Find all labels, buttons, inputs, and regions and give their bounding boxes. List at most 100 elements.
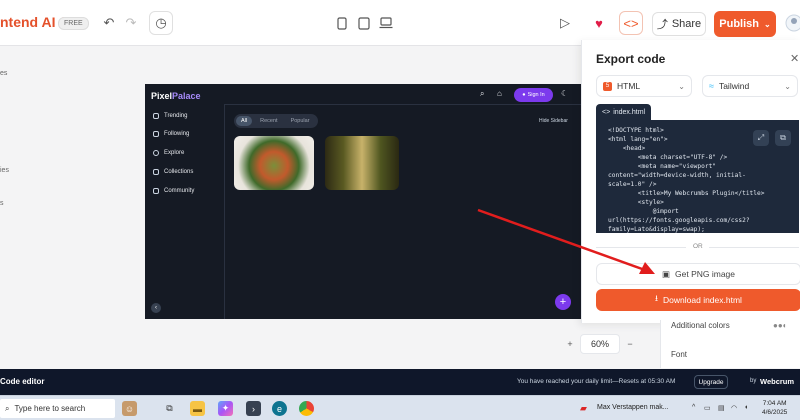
copilot-icon[interactable]: ✦ [218,401,233,416]
forest-path-image[interactable] [325,136,399,190]
sidebar-fragment[interactable]: s [0,200,4,207]
clock[interactable]: 7:04 AM 4/6/2025 [762,399,787,417]
chevron-down-icon: ⌄ [784,81,791,91]
by-label: by [750,378,757,384]
upgrade-button[interactable]: Upgrade [694,375,728,389]
terminal-icon[interactable]: › [246,401,261,416]
code-line: content="width=device-width, initial- [608,172,746,179]
framework-select[interactable]: 5 HTML ⌄ [596,75,692,97]
or-label: OR [693,243,703,250]
html5-icon: 5 [603,81,612,91]
home-icon[interactable]: ⌂ [497,89,502,98]
collections-icon [153,169,159,175]
code-line: <meta charset="UTF-8" /> [608,154,728,161]
chevron-down-icon: ⌄ [764,19,771,29]
f1-car-icon: ▰ [580,403,587,413]
history-icon[interactable]: ◷ [149,11,173,35]
properties-panel: Additional colors ●●◐ Font [660,320,800,368]
preview-nav-community[interactable]: Community [153,188,194,194]
export-panel-title: Export code [596,52,666,66]
close-icon[interactable]: ✕ [790,52,799,65]
code-line: @import [608,208,679,215]
file-tab-index[interactable]: <> index.html [596,104,652,120]
search-icon[interactable]: ⌕ [480,89,484,99]
code-icon[interactable]: <> [619,11,643,35]
task-view-icon[interactable]: ⧉ [162,401,177,416]
hide-sidebar-link[interactable]: Hide Sidebar [539,118,568,124]
share-button[interactable]: ⤴ Share [652,12,706,36]
image-icon: ▣ [661,268,671,279]
desktop-view-icon[interactable] [374,11,398,35]
styling-value: Tailwind [718,81,750,91]
play-icon[interactable]: ▷ [553,11,577,35]
food-bowl-image[interactable] [234,136,314,190]
code-line: <head> [608,145,646,152]
preview-header-divider [225,104,581,105]
search-placeholder: Type here to search [14,404,86,413]
code-line: url(https://fonts.googleapis.com/css2? [608,217,750,224]
publish-button[interactable]: Publish ⌄ [714,11,776,37]
redo-icon[interactable]: ↷ [119,11,143,35]
chevron-down-icon: ⌄ [678,81,685,91]
sidebar-fragment[interactable]: es [0,70,7,77]
share-label: Share [671,18,702,30]
tablet-view-icon[interactable] [352,11,376,35]
code-icon: <> [602,108,611,116]
preview-tab-all[interactable]: All [236,116,253,126]
plan-badge: FREE [58,17,89,30]
code-editor-label[interactable]: Code editor [0,377,44,386]
undo-icon[interactable]: ↶ [97,11,121,35]
preview-nav-trending[interactable]: Trending [153,113,187,119]
following-icon [153,131,159,137]
code-line: scale=1.0" /> [608,181,657,188]
heart-icon[interactable]: ♥ [587,11,611,35]
framework-value: HTML [617,81,641,91]
font-label: Font [671,350,688,359]
preview-nav-following[interactable]: Following [153,131,189,137]
sidebar-fragment[interactable]: ies [0,167,9,174]
avatar[interactable] [782,11,800,35]
preview-nav-collections[interactable]: Collections [153,169,193,175]
zoom-control: + 60% − [560,333,646,355]
preview-logo: PixelPalace [151,91,201,101]
taskbar-search[interactable]: ⌕ Type here to search [0,399,115,418]
moon-icon[interactable]: ☾ [561,89,568,98]
styling-select[interactable]: ≈ Tailwind ⌄ [702,75,798,97]
code-line: family=Lato&display=swap); [608,226,705,233]
preview-signin-button[interactable]: ● Sign In [514,88,553,102]
copy-icon[interactable]: ⧉ [775,130,791,146]
daily-limit-text: You have reached your daily limit—Resets… [517,378,676,385]
news-headline[interactable]: Max Verstappen mak... [597,404,669,411]
file-explorer-icon[interactable]: ▬ [190,401,205,416]
preview-tab-recent[interactable]: Recent [255,116,282,126]
preview-canvas: PixelPalace Trending Following Explore C… [145,84,581,319]
tray-chevron-icon[interactable]: ^ [692,404,695,411]
get-png-button[interactable]: ▣ Get PNG image [596,263,800,285]
battery-icon[interactable]: ▭ [704,404,711,412]
edge-icon[interactable]: e [272,401,287,416]
zoom-value[interactable]: 60% [580,334,620,354]
explore-icon [153,150,159,156]
code-line: <style> [608,199,664,206]
divider [596,247,686,248]
share-icon: ⤴ [656,19,668,31]
tailwind-icon: ≈ [709,81,714,91]
volume-icon[interactable]: ◖ [744,404,748,411]
collapse-sidebar-icon[interactable]: ‹ [151,303,161,313]
expand-icon[interactable]: ⤢ [753,130,769,146]
folder-icon[interactable]: ▤ [718,404,725,412]
download-button[interactable]: ⭳ Download index.html [596,289,800,311]
color-swatches[interactable]: ●●◐ [773,321,788,330]
code-line: <html lang="en"> [608,136,668,143]
preview-tab-popular[interactable]: Popular [286,116,315,126]
cortana-icon[interactable]: ☺ [122,401,137,416]
zoom-out-button[interactable]: − [620,334,640,354]
mobile-view-icon[interactable] [330,11,354,35]
code-line: <title>My Webcrumbs Plugin</title> [608,190,765,197]
export-code-panel: Export code ✕ 5 HTML ⌄ ≈ Tailwind ⌄ <> i… [581,40,800,323]
zoom-in-button[interactable]: + [560,334,580,354]
chrome-icon[interactable] [299,401,314,416]
add-icon[interactable]: + [555,294,571,310]
preview-nav-explore[interactable]: Explore [153,150,184,156]
wifi-icon[interactable]: ◠ [731,404,737,412]
